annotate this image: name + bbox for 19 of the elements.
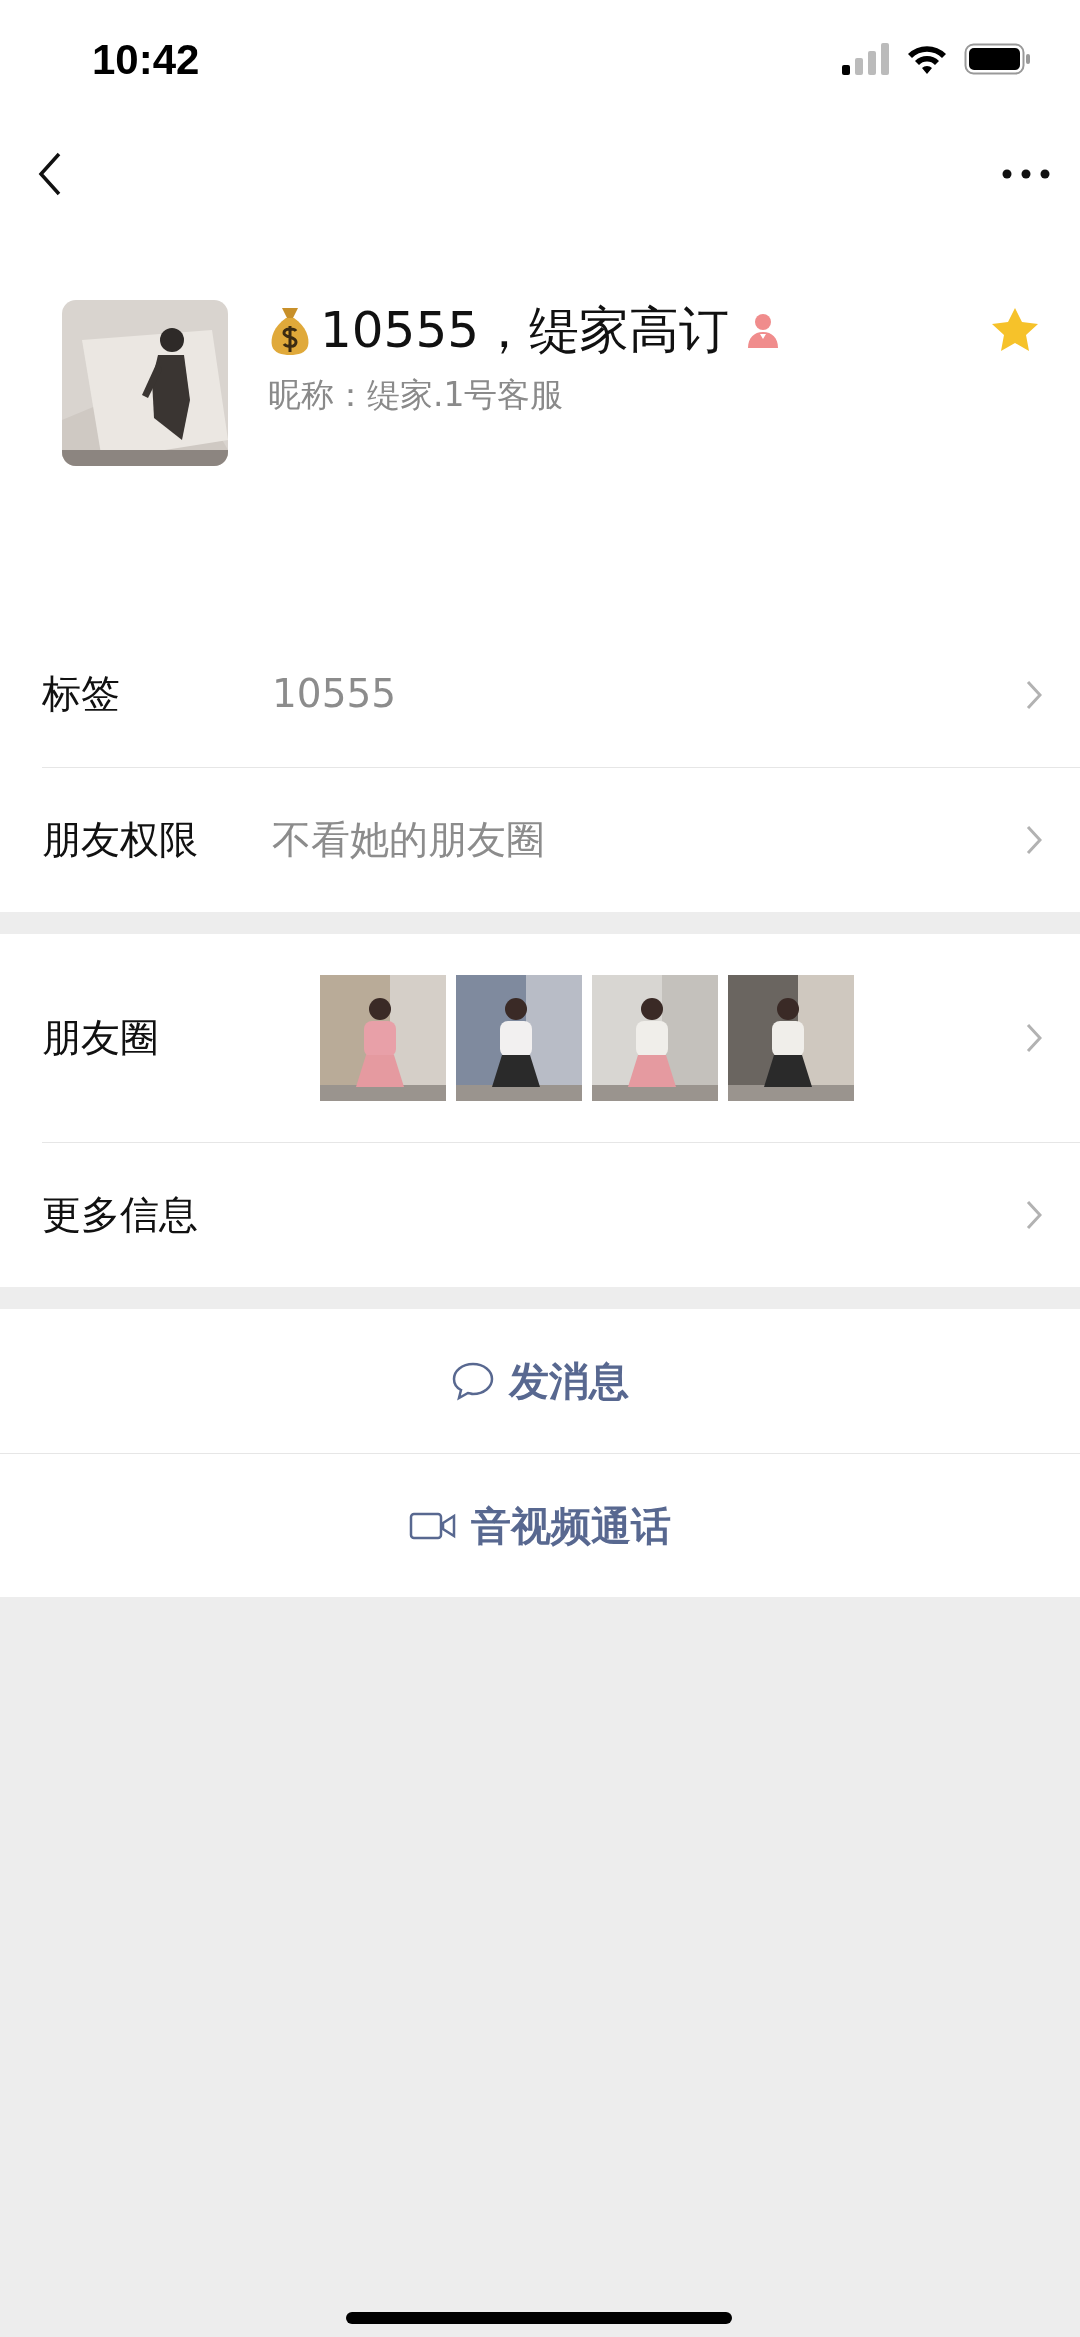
moments-label: 朋友圈 xyxy=(42,1013,160,1062)
row-value: 10555 xyxy=(272,670,398,719)
wifi-icon xyxy=(906,43,948,75)
row-label: 更多信息 xyxy=(42,1190,199,1239)
row-value: 不看她的朋友圈 xyxy=(272,815,546,864)
more-icon[interactable] xyxy=(1002,169,1050,179)
chat-bubble-icon xyxy=(451,1361,495,1401)
contact-name: 10555，缇家高订 xyxy=(320,300,730,360)
action-button[interactable]: 音视频通话 xyxy=(0,1453,1080,1597)
star-icon[interactable] xyxy=(990,306,1040,354)
nickname: 昵称：缇家.1号客服 xyxy=(268,374,565,416)
row-label: 朋友权限 xyxy=(42,815,199,864)
status-time: 10:42 xyxy=(92,34,200,85)
row-label: 标签 xyxy=(42,670,121,719)
signal-icon xyxy=(842,43,890,75)
back-icon[interactable] xyxy=(38,152,62,196)
action-button[interactable]: 发消息 xyxy=(0,1309,1080,1453)
battery-icon xyxy=(964,43,1030,75)
video-camera-icon xyxy=(409,1510,457,1541)
